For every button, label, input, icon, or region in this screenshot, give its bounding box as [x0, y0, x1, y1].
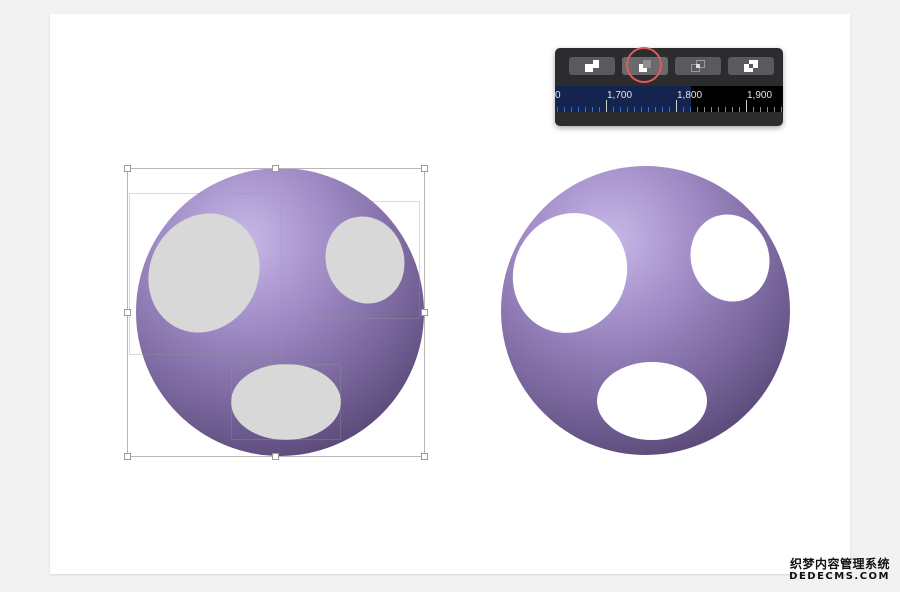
- ruler-tick: [732, 107, 733, 112]
- ruler-tick: [753, 107, 754, 112]
- ruler-tick: [690, 107, 691, 112]
- ruler-tick: [781, 107, 782, 112]
- selection-handle-bottom-right[interactable]: [421, 453, 428, 460]
- selection-handle-top-left[interactable]: [124, 165, 131, 172]
- ruler-tick: [641, 107, 642, 112]
- ruler-tick: [655, 107, 656, 112]
- union-button[interactable]: [569, 57, 615, 75]
- selection-handle-middle-right[interactable]: [421, 309, 428, 316]
- selection-handle-top-right[interactable]: [421, 165, 428, 172]
- ruler-tick: [599, 107, 600, 112]
- boolean-toolbar: 0 1,700 1,800 1,900: [555, 48, 783, 126]
- ruler-label-1900: 1,900: [747, 90, 773, 101]
- ruler-tick: [725, 107, 726, 112]
- ruler-tick: [683, 107, 684, 112]
- ruler-tick: [627, 107, 628, 112]
- selection-handle-top-center[interactable]: [272, 165, 279, 172]
- ruler-tick: [739, 107, 740, 112]
- ruler-tick: [669, 107, 670, 112]
- ruler-label-1700: 1,700: [607, 90, 633, 101]
- ruler-tick: [746, 100, 747, 112]
- ruler-tick: [760, 107, 761, 112]
- ruler-tick: [774, 107, 775, 112]
- selection-handle-bottom-left[interactable]: [124, 453, 131, 460]
- ruler-tick: [585, 107, 586, 112]
- ruler-tick: [648, 107, 649, 112]
- left-hole-bottom[interactable]: [231, 364, 341, 440]
- exclude-icon: [744, 60, 758, 72]
- ruler-tick: [662, 107, 663, 112]
- union-icon: [585, 60, 599, 72]
- watermark-line2: DEDECMS.COM: [789, 571, 890, 582]
- ruler-tick: [564, 107, 565, 112]
- intersect-button[interactable]: [675, 57, 721, 75]
- ruler-tick: [606, 100, 607, 112]
- timeline-ruler[interactable]: 0 1,700 1,800 1,900: [555, 86, 783, 112]
- ruler-tick: [620, 107, 621, 112]
- ruler-tick: [697, 107, 698, 112]
- ruler-tick: [613, 107, 614, 112]
- ruler-tick: [634, 107, 635, 112]
- ruler-tick: [592, 107, 593, 112]
- subtract-icon: [639, 60, 651, 72]
- ruler-tick: [578, 107, 579, 112]
- watermark-line1: 织梦内容管理系统: [789, 557, 890, 571]
- selection-handle-bottom-center[interactable]: [272, 453, 279, 460]
- ruler-tick: [767, 107, 768, 112]
- ruler-label-0: 0: [555, 90, 561, 101]
- exclude-button[interactable]: [728, 57, 774, 75]
- ruler-label-1800: 1,800: [677, 90, 703, 101]
- selection-handle-middle-left[interactable]: [124, 309, 131, 316]
- ruler-tick: [676, 100, 677, 112]
- ruler-tick: [704, 107, 705, 112]
- intersect-icon: [691, 60, 705, 72]
- ruler-tick: [711, 107, 712, 112]
- ruler-tick: [557, 107, 558, 112]
- right-hole-bottom: [597, 362, 707, 440]
- ruler-tick: [571, 107, 572, 112]
- subtract-button[interactable]: [622, 57, 668, 75]
- ruler-tick: [718, 107, 719, 112]
